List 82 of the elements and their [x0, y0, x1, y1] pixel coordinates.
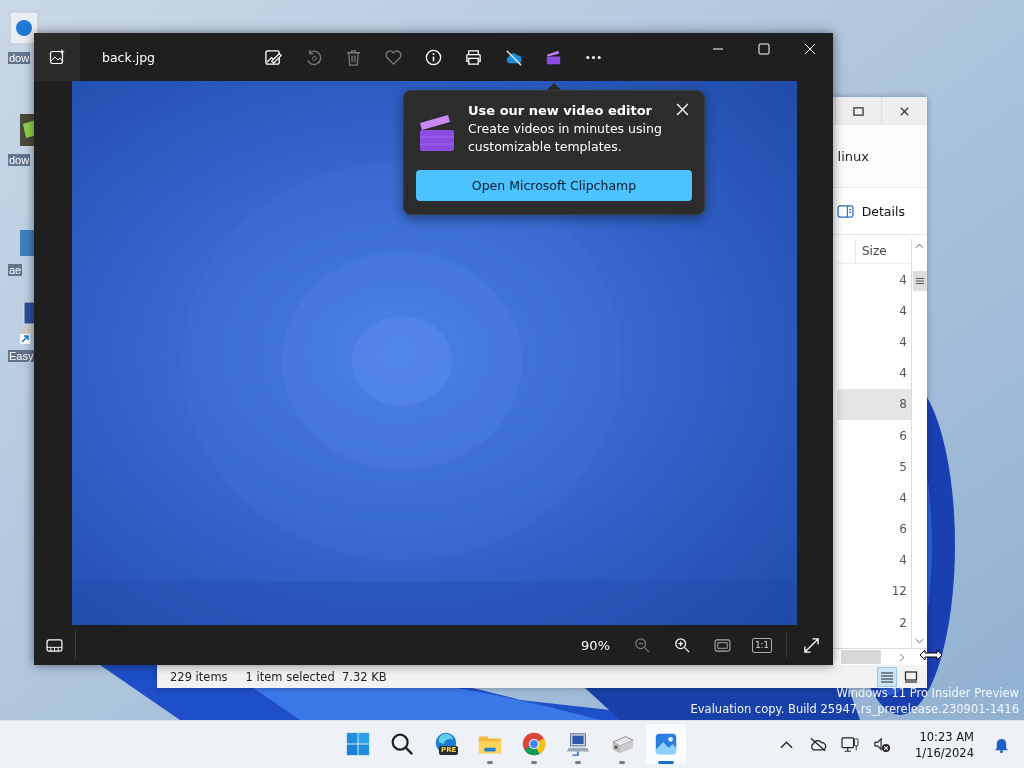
- file-row[interactable]: 4: [837, 357, 911, 389]
- print-icon[interactable]: [463, 47, 483, 67]
- status-text: 1 item selected 7.32 KB: [245, 669, 387, 684]
- clapperboard-icon: [418, 113, 454, 151]
- table-cell: 6: [899, 428, 907, 443]
- maximize-icon: [853, 105, 864, 117]
- actual-size-button[interactable]: 1:1: [752, 637, 772, 653]
- running-indicator: [575, 761, 581, 764]
- watermark-text: Windows 11 Pro Insider Preview: [836, 685, 1019, 701]
- clock[interactable]: 10:23 AM 1/16/2024: [901, 728, 982, 761]
- open-clipchamp-button[interactable]: Open Microsoft Clipchamp: [416, 170, 692, 201]
- cloud-off-icon[interactable]: [503, 47, 523, 67]
- cloud-off-icon[interactable]: [809, 737, 828, 752]
- computer-network-icon: [565, 731, 591, 757]
- running-indicator: [619, 761, 625, 764]
- table-cell: 4: [899, 272, 907, 287]
- window-title: back.jpg: [102, 49, 157, 65]
- scrollbar-thumb[interactable]: [912, 271, 927, 291]
- chevron-up-icon[interactable]: [779, 740, 793, 749]
- details-pane-icon: [836, 204, 854, 218]
- table-cell: 4: [899, 334, 907, 349]
- details-button[interactable]: Details: [832, 199, 909, 223]
- tiles-view-icon: [904, 670, 918, 683]
- table-cell: 4: [899, 366, 907, 381]
- file-row[interactable]: 4: [837, 482, 911, 514]
- scroll-down-icon[interactable]: [915, 638, 924, 644]
- network-icon[interactable]: [841, 736, 860, 753]
- close-icon[interactable]: [675, 102, 689, 116]
- running-indicator: [531, 761, 537, 764]
- zoom-level-text: 90%: [581, 637, 610, 653]
- info-icon[interactable]: [423, 47, 443, 67]
- table-cell: 6: [899, 522, 907, 537]
- fullscreen-icon[interactable]: [803, 637, 819, 653]
- edit-image-icon[interactable]: [263, 47, 283, 67]
- file-row[interactable]: 4: [837, 544, 911, 576]
- file-row[interactable]: 4: [837, 264, 911, 296]
- scroll-up-icon[interactable]: [915, 243, 924, 249]
- gallery-icon: [49, 49, 65, 65]
- file-row[interactable]: 12: [837, 575, 911, 608]
- file-row[interactable]: 2: [837, 607, 911, 639]
- browser-icon: [521, 731, 547, 757]
- table-cell: 8: [899, 397, 907, 412]
- table-cell: 4: [899, 553, 907, 568]
- scrollbar-thumb[interactable]: [841, 650, 881, 664]
- table-cell: 12: [891, 584, 907, 599]
- file-row[interactable]: 6: [837, 419, 911, 452]
- speaker-muted-icon[interactable]: [873, 736, 892, 753]
- desktop-icon-label[interactable]: dow: [8, 52, 31, 64]
- desktop-icon-label[interactable]: dow: [8, 154, 31, 166]
- popup-title: Use our new video editor: [468, 103, 653, 118]
- table-cell: 4: [899, 303, 907, 318]
- gallery-button[interactable]: [34, 33, 80, 81]
- photos-icon: [653, 731, 679, 757]
- close-icon[interactable]: [804, 43, 816, 55]
- maximize-icon[interactable]: [758, 43, 770, 55]
- file-row[interactable]: 4: [837, 295, 911, 327]
- search-icon: [389, 731, 415, 757]
- start-icon: [345, 731, 371, 757]
- recycle-bin-icon[interactable]: [6, 10, 42, 46]
- file-row[interactable]: 4: [837, 326, 911, 358]
- breadcrumb-text[interactable]: linux: [837, 148, 869, 164]
- file-row[interactable]: 5: [837, 451, 911, 483]
- desktop-icon-label[interactable]: Easy: [8, 350, 35, 362]
- file-row[interactable]: 8: [837, 388, 911, 420]
- table-cell: 5: [899, 459, 907, 474]
- list-view-icon: [880, 670, 894, 683]
- vertical-scrollbar[interactable]: [911, 239, 927, 648]
- desktop-icon-label[interactable]: ae: [8, 264, 23, 276]
- running-indicator: [487, 761, 493, 764]
- file-row[interactable]: 6: [837, 513, 911, 545]
- table-cell: 2: [899, 615, 907, 630]
- fit-to-window-icon[interactable]: [713, 638, 731, 652]
- grip-icon: [915, 277, 924, 285]
- zoom-in-icon[interactable]: [674, 637, 690, 653]
- scroll-right-icon[interactable]: [899, 652, 905, 662]
- close-icon: [899, 105, 910, 117]
- running-indicator: [658, 761, 674, 764]
- popup-message: Create videos in minutes using customizable templates.: [468, 120, 663, 156]
- status-text: 229 items: [170, 669, 228, 684]
- notification-bell-icon[interactable]: [993, 736, 1009, 753]
- filmstrip-icon[interactable]: [46, 638, 63, 652]
- table-cell: 4: [899, 490, 907, 505]
